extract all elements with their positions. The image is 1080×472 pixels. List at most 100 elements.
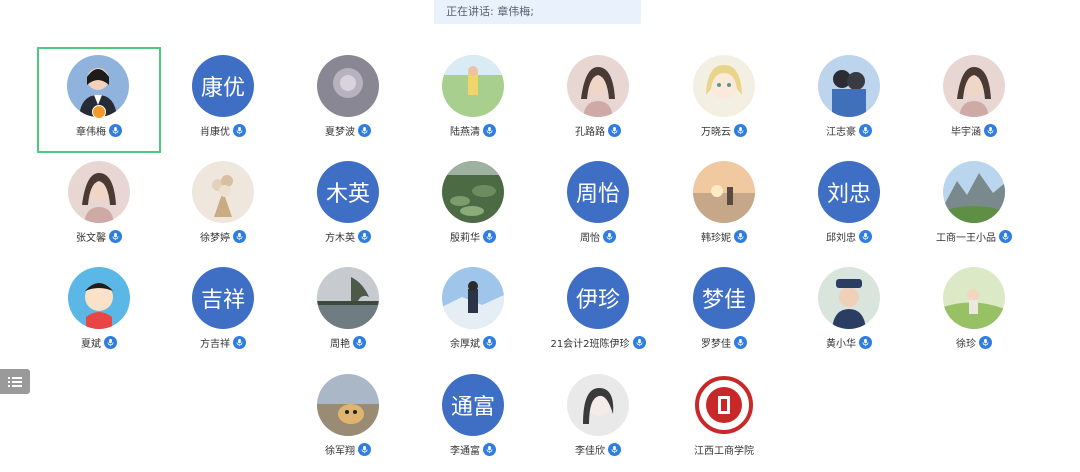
- participant-name: 徐珍: [956, 339, 976, 350]
- participant-tile[interactable]: 周艳: [286, 259, 410, 365]
- microphone-icon[interactable]: [859, 124, 872, 137]
- microphone-icon[interactable]: [233, 124, 246, 137]
- microphone-icon[interactable]: [483, 443, 496, 456]
- microphone-icon[interactable]: [603, 230, 616, 243]
- participant-tile[interactable]: 韩珍妮: [662, 153, 786, 259]
- microphone-icon[interactable]: [109, 230, 122, 243]
- participant-name-row: 罗梦佳: [662, 335, 786, 350]
- microphone-icon[interactable]: [608, 443, 621, 456]
- participant-tile[interactable]: 康优 肖康优: [161, 47, 285, 153]
- participant-name: 工商一王小品: [936, 233, 996, 244]
- microphone-icon[interactable]: [979, 336, 992, 349]
- participant-tile[interactable]: 伊珍 21会计2班陈伊珍: [536, 259, 660, 365]
- participant-tile[interactable]: 徐军翔: [286, 366, 410, 472]
- microphone-icon[interactable]: [859, 230, 872, 243]
- participant-name: 21会计2班陈伊珍: [550, 339, 630, 350]
- participant-tile[interactable]: 吉祥方吉祥: [161, 259, 285, 365]
- participant-tile[interactable]: 黄小华: [787, 259, 911, 365]
- host-badge-icon: [92, 105, 106, 119]
- participant-name: 韩珍妮: [701, 233, 731, 244]
- participant-name: 余厚斌: [450, 339, 480, 350]
- microphone-icon[interactable]: [608, 124, 621, 137]
- participant-name: 江西工商学院: [694, 446, 754, 457]
- girl-photo-icon: [943, 55, 1005, 117]
- microphone-icon[interactable]: [734, 124, 747, 137]
- participant-name-row: 孔路路: [536, 123, 660, 138]
- microphone-icon[interactable]: [233, 336, 246, 349]
- participant-tile[interactable]: 江志豪: [787, 47, 911, 153]
- participant-tile[interactable]: 徐珍: [912, 259, 1036, 365]
- mountain-landscape-icon: [943, 161, 1005, 223]
- microphone-icon[interactable]: [483, 336, 496, 349]
- participant-tile[interactable]: 梦佳 罗梦佳: [662, 259, 786, 365]
- outdoor-photo-icon: [442, 55, 504, 117]
- participant-tile[interactable]: 张文馨: [37, 153, 161, 259]
- participant-name-row: 徐军翔: [286, 442, 410, 457]
- participant-name: 方木英: [325, 233, 355, 244]
- microphone-icon[interactable]: [233, 230, 246, 243]
- participant-name: 黄小华: [826, 339, 856, 350]
- text-avatar: 吉祥: [192, 267, 254, 329]
- microphone-icon[interactable]: [999, 230, 1012, 243]
- participant-tile[interactable]: 孔路路: [536, 47, 660, 153]
- participant-tile[interactable]: 工商一王小品: [912, 153, 1036, 259]
- participant-tile[interactable]: 周怡 周怡: [536, 153, 660, 259]
- microphone-icon[interactable]: [984, 124, 997, 137]
- uniform-portrait-icon: [818, 267, 880, 329]
- participant-tile[interactable]: 毕宇涵: [912, 47, 1036, 153]
- participant-name: 肖康优: [200, 127, 230, 138]
- text-avatar: 木英: [317, 161, 379, 223]
- text-avatar: 周怡: [567, 161, 629, 223]
- participant-name-row: 周怡: [536, 229, 660, 244]
- participant-tile[interactable]: 殷莉华: [411, 153, 535, 259]
- participant-name: 孔路路: [575, 127, 605, 138]
- microphone-icon[interactable]: [104, 336, 117, 349]
- microphone-icon[interactable]: [358, 124, 371, 137]
- participant-name-row: 毕宇涵: [912, 123, 1036, 138]
- participant-tile[interactable]: 江西工商学院: [662, 366, 786, 472]
- cartoon-boy-icon: [68, 267, 130, 329]
- participant-name: 章伟梅: [76, 127, 106, 138]
- microphone-icon[interactable]: [734, 230, 747, 243]
- participant-name-row: 工商一王小品: [912, 229, 1036, 244]
- participant-tile[interactable]: 通富 李通富: [411, 366, 535, 472]
- participant-tile[interactable]: 余厚斌: [411, 259, 535, 365]
- participant-tile[interactable]: 夏斌: [37, 259, 161, 365]
- participant-name-row: 万晓云: [662, 123, 786, 138]
- girl-sketch-icon: [567, 374, 629, 436]
- participant-name: 罗梦佳: [701, 339, 731, 350]
- microphone-icon[interactable]: [358, 443, 371, 456]
- microphone-icon[interactable]: [358, 230, 371, 243]
- microphone-icon[interactable]: [483, 124, 496, 137]
- microphone-icon[interactable]: [859, 336, 872, 349]
- microphone-icon[interactable]: [632, 336, 646, 349]
- microphone-icon[interactable]: [483, 230, 496, 243]
- participant-tile[interactable]: 万晓云: [662, 47, 786, 153]
- girl-photo-icon: [68, 161, 130, 223]
- microphone-icon[interactable]: [734, 336, 747, 349]
- couple-photo-icon: [818, 55, 880, 117]
- participant-tile[interactable]: 刘忠 邱刘忠: [787, 153, 911, 259]
- participant-tile[interactable]: 陆燕清: [411, 47, 535, 153]
- microphone-icon[interactable]: [353, 336, 366, 349]
- field-photo-icon: [943, 267, 1005, 329]
- participant-name-row: 陆燕清: [411, 123, 535, 138]
- participant-tile[interactable]: 木英方木英: [286, 153, 410, 259]
- participant-name-row: 方吉祥: [161, 335, 285, 350]
- microphone-icon[interactable]: [109, 124, 122, 137]
- participant-name-row: 黄小华: [787, 335, 911, 350]
- participant-tile[interactable]: 夏梦波: [286, 47, 410, 153]
- participant-name-row: 方木英: [286, 229, 410, 244]
- participant-name: 夏梦波: [325, 127, 355, 138]
- participant-name-row: 周艳: [286, 335, 410, 350]
- participant-name: 方吉祥: [200, 339, 230, 350]
- participant-name-row: 李佳欣: [536, 442, 660, 457]
- participant-name-row: 殷莉华: [411, 229, 535, 244]
- participant-tile[interactable]: 章伟梅: [37, 47, 161, 153]
- participant-tile[interactable]: 徐梦婷: [161, 153, 285, 259]
- participant-name-row: 21会计2班陈伊珍: [536, 335, 660, 350]
- list-menu-button[interactable]: [0, 369, 30, 394]
- participant-tile[interactable]: 李佳欣: [536, 366, 660, 472]
- participant-name: 李佳欣: [575, 446, 605, 457]
- sunset-photo-icon: [693, 161, 755, 223]
